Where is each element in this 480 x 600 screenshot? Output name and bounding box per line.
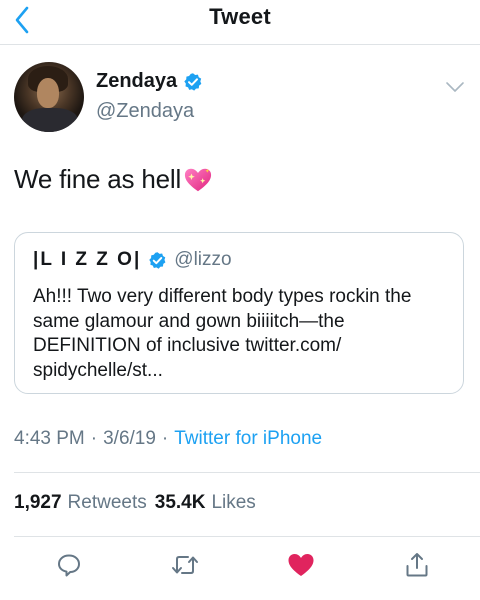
tweet-source-link[interactable]: Twitter for iPhone bbox=[174, 428, 322, 450]
like-button[interactable] bbox=[286, 550, 316, 580]
top-bar: Tweet bbox=[0, 0, 480, 45]
author-handle[interactable]: @Zendaya bbox=[96, 100, 194, 123]
verified-badge-icon bbox=[184, 72, 202, 91]
quoted-author-handle: @lizzo bbox=[174, 249, 232, 270]
likes-stat[interactable]: 35.4K Likes bbox=[155, 492, 256, 514]
avatar[interactable] bbox=[14, 62, 84, 132]
separator-dot: · bbox=[161, 428, 169, 449]
tweet-author: Zendaya @Zendaya bbox=[14, 62, 466, 134]
quoted-tweet-header: |L I Z Z O| @lizzo bbox=[33, 249, 232, 271]
quoted-author-name: |L I Z Z O| bbox=[33, 249, 142, 270]
tweet-text-row: We fine as hell bbox=[14, 164, 213, 195]
retweets-label: Retweets bbox=[67, 492, 147, 513]
tweet-date: 3/6/19 bbox=[103, 428, 156, 449]
author-display-name: Zendaya bbox=[96, 70, 178, 92]
likes-count: 35.4K bbox=[154, 492, 206, 513]
retweets-stat[interactable]: 1,927 Retweets bbox=[14, 492, 147, 514]
tweet-timestamp: 4:43 PM · 3/6/19 · Twitter for iPhone bbox=[14, 428, 322, 450]
retweet-button[interactable] bbox=[170, 550, 200, 580]
author-name-row[interactable]: Zendaya bbox=[96, 70, 203, 93]
share-button[interactable] bbox=[402, 550, 432, 580]
quoted-tweet-card[interactable]: |L I Z Z O| @lizzo Ah!!! Two very differ… bbox=[14, 232, 464, 394]
reply-icon bbox=[58, 554, 80, 577]
heart-icon bbox=[288, 554, 314, 576]
likes-label: Likes bbox=[211, 492, 256, 513]
tweet-time: 4:43 PM bbox=[14, 428, 85, 449]
quoted-tweet-text: Ah!!! Two very different body types rock… bbox=[33, 286, 412, 381]
retweet-icon bbox=[172, 556, 198, 574]
tweet-text: We fine as hell bbox=[14, 164, 182, 194]
sparkling-heart-emoji-icon bbox=[184, 168, 212, 191]
retweets-count: 1,927 bbox=[14, 492, 62, 513]
verified-badge-icon bbox=[149, 251, 166, 269]
chevron-down-icon[interactable] bbox=[444, 76, 466, 98]
tweet-stats: 1,927 Retweets 35.4K Likes bbox=[14, 492, 256, 514]
divider bbox=[14, 536, 480, 537]
separator-dot: · bbox=[90, 428, 98, 449]
share-icon bbox=[406, 553, 428, 577]
page-title: Tweet bbox=[209, 4, 271, 29]
reply-button[interactable] bbox=[54, 550, 84, 580]
tweet-action-bar bbox=[0, 540, 480, 588]
divider bbox=[14, 472, 480, 473]
